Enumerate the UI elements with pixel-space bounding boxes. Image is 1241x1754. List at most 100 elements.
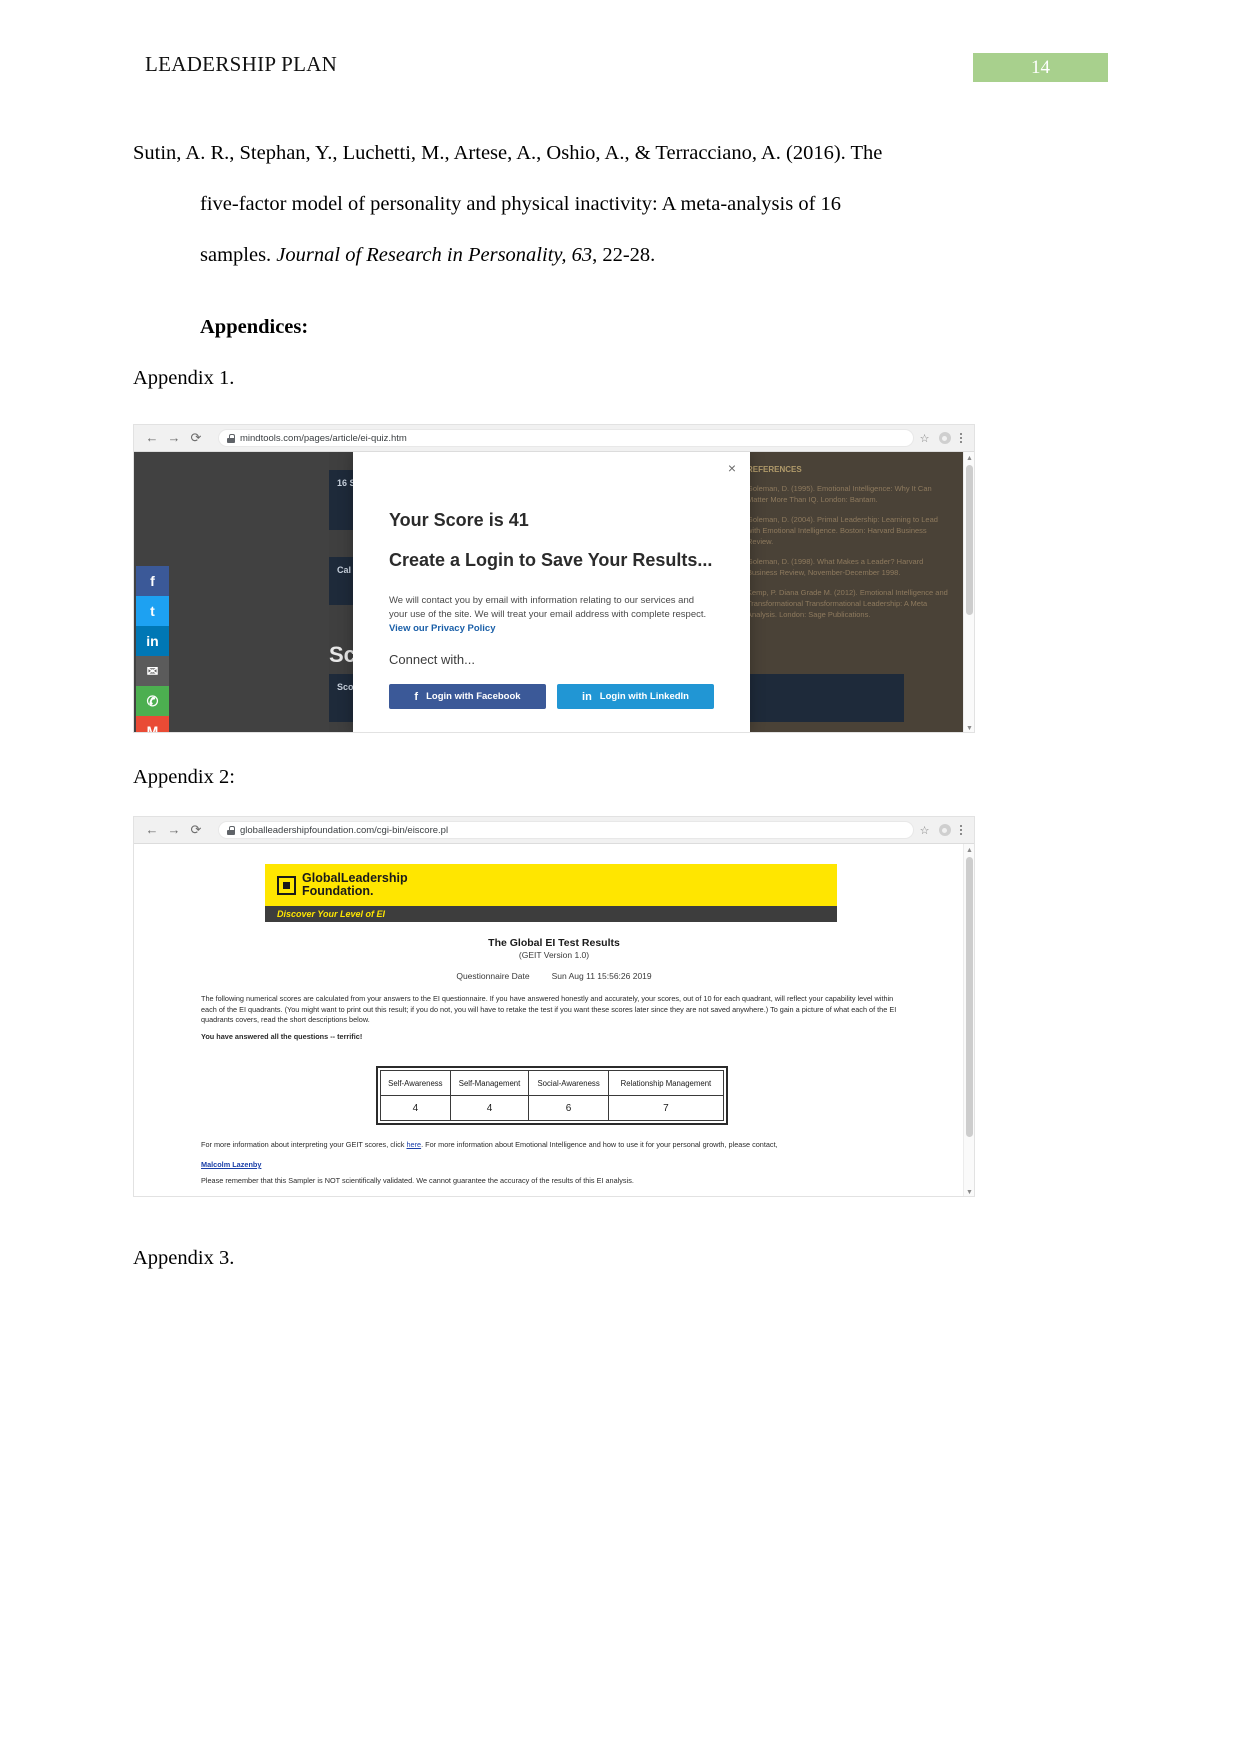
- login-with-linkedin-button[interactable]: in Login with LinkedIn: [557, 684, 714, 709]
- geit-scores-table-wrapper: Self-Awareness Self-Management Social-Aw…: [376, 1066, 728, 1125]
- scroll-down-arrow-icon[interactable]: ▼: [964, 722, 974, 732]
- score-title: Your Score is 41: [389, 510, 529, 530]
- scrollbar-2[interactable]: ▲ ▼: [963, 844, 974, 1196]
- geit-scores-table: Self-Awareness Self-Management Social-Aw…: [380, 1070, 725, 1121]
- reference-line-3: samples. Journal of Research in Personal…: [133, 230, 975, 281]
- reference-item: Goleman, D. (1995). Emotional Intelligen…: [747, 484, 932, 504]
- footer-text-b: . For more information about Emotional I…: [421, 1140, 778, 1149]
- appendix-1-screenshot: ← → ⟳ mindtools.com/pages/article/ei-qui…: [133, 424, 975, 733]
- quadrant-header: Self-Management: [449, 1070, 530, 1096]
- reload-icon[interactable]: ⟳: [186, 820, 206, 840]
- facebook-share-icon[interactable]: f: [136, 566, 169, 596]
- social-login-buttons: f Login with Facebook in Login with Link…: [389, 684, 714, 709]
- close-icon[interactable]: ×: [728, 460, 736, 476]
- page-number: 14: [1031, 56, 1050, 78]
- scroll-up-arrow-icon[interactable]: ▲: [964, 452, 974, 463]
- browser-chrome-1: ← → ⟳ mindtools.com/pages/article/ei-qui…: [134, 425, 974, 452]
- geit-completion-note: You have answered all the questions -- t…: [201, 1032, 363, 1041]
- mindtools-card: [729, 674, 904, 722]
- url-text-1: mindtools.com/pages/article/ei-quiz.htm: [240, 432, 407, 444]
- reference-item: Kemp, P. Diana Grade M. (2012). Emotiona…: [747, 588, 948, 619]
- login-with-facebook-button[interactable]: f Login with Facebook: [389, 684, 546, 709]
- score-modal-dialog: × Your Score is 41 Create a Login to Sav…: [353, 452, 750, 732]
- appendix-2-screenshot: ← → ⟳ globalleadershipfoundation.com/cgi…: [133, 816, 975, 1197]
- document-body: Sutin, A. R., Stephan, Y., Luchetti, M.,…: [133, 128, 975, 404]
- logo-line-2: Foundation.: [302, 884, 374, 898]
- mix-share-icon[interactable]: M: [136, 716, 169, 732]
- appendix-1-label: Appendix 1.: [133, 367, 235, 389]
- geit-results-page: GlobalLeadership Foundation. Discover Yo…: [134, 844, 974, 1196]
- geit-tagline-bar: Discover Your Level of EI: [265, 906, 837, 922]
- footer-text-a: For more information about interpreting …: [201, 1140, 407, 1149]
- create-login-title: Create a Login to Save Your Results...: [389, 550, 713, 570]
- quadrant-score: 4: [449, 1095, 530, 1121]
- reference-item: Goleman, D. (1998). What Makes a Leader?…: [747, 557, 924, 577]
- quadrant-score: 6: [528, 1095, 609, 1121]
- globalleadership-logo-icon: [277, 875, 296, 895]
- running-head: LEADERSHIP PLAN: [145, 52, 338, 76]
- modal-body-copy: We will contact you by email with inform…: [389, 595, 707, 620]
- twitter-share-icon[interactable]: t: [136, 596, 169, 626]
- references-heading: REFERENCES: [747, 465, 802, 474]
- email-share-icon[interactable]: ✉: [136, 656, 169, 686]
- quadrant-header: Social-Awareness: [528, 1070, 609, 1096]
- kebab-menu-icon[interactable]: [959, 432, 962, 444]
- scrollbar-thumb[interactable]: [966, 465, 973, 615]
- geit-results-title: The Global EI Test Results: [488, 937, 620, 949]
- reference-pages: , 22-28.: [592, 244, 656, 266]
- browser-chrome-2: ← → ⟳ globalleadershipfoundation.com/cgi…: [134, 817, 974, 844]
- scroll-up-arrow-icon[interactable]: ▲: [964, 844, 974, 855]
- table-row-values: 4 4 6 7: [380, 1095, 725, 1121]
- linkedin-share-icon[interactable]: in: [136, 626, 169, 656]
- table-row-headers: Self-Awareness Self-Management Social-Aw…: [380, 1070, 725, 1096]
- modal-body-text: We will contact you by email with inform…: [389, 594, 714, 636]
- page-header: LEADERSHIP PLAN 14: [0, 52, 1241, 88]
- scrollbar-thumb[interactable]: [966, 857, 973, 1137]
- reference-entry: Sutin, A. R., Stephan, Y., Luchetti, M.,…: [133, 128, 975, 281]
- address-bar-2[interactable]: globalleadershipfoundation.com/cgi-bin/e…: [218, 821, 914, 839]
- geit-logo-banner: GlobalLeadership Foundation.: [265, 864, 837, 906]
- reload-icon[interactable]: ⟳: [186, 428, 206, 448]
- connect-with-label: Connect with...: [389, 652, 475, 667]
- linkedin-button-label: Login with LinkedIn: [599, 691, 689, 702]
- buffer-share-icon[interactable]: ✆: [136, 686, 169, 716]
- facebook-button-label: Login with Facebook: [426, 691, 521, 702]
- quadrant-score: 4: [380, 1095, 451, 1121]
- appendix-3-label: Appendix 3.: [133, 1247, 235, 1269]
- lock-icon: [227, 433, 235, 443]
- here-link[interactable]: here: [406, 1140, 421, 1149]
- geit-disclaimer: Please remember that this Sampler is NOT…: [201, 1176, 634, 1185]
- back-icon[interactable]: ←: [142, 428, 162, 448]
- reference-item: Goleman, D. (2004). Primal Leadership: L…: [747, 515, 938, 546]
- scrollbar-1[interactable]: ▲ ▼: [963, 452, 974, 732]
- quadrant-header: Relationship Management: [607, 1070, 725, 1096]
- kebab-menu-icon[interactable]: [959, 824, 962, 836]
- geit-tagline: Discover Your Level of EI: [277, 909, 386, 919]
- back-icon[interactable]: ←: [142, 820, 162, 840]
- appendices-heading: Appendices:: [200, 316, 309, 338]
- reference-journal-title: Journal of Research in Personality, 63: [276, 244, 593, 266]
- contact-name-link[interactable]: Malcolm Lazenby: [201, 1160, 901, 1171]
- questionnaire-date-row: Questionnaire Date Sun Aug 11 15:56:26 20…: [134, 971, 974, 981]
- page-number-badge: 14: [973, 53, 1108, 82]
- reference-samples-text: samples.: [200, 244, 277, 266]
- browser-viewport-2: GlobalLeadership Foundation. Discover Yo…: [134, 844, 974, 1196]
- reference-line-1: Sutin, A. R., Stephan, Y., Luchetti, M.,…: [133, 142, 883, 164]
- geit-version: (GEIT Version 1.0): [518, 950, 590, 960]
- profile-avatar-icon[interactable]: [938, 824, 951, 836]
- reference-line-2: five-factor model of personality and phy…: [200, 193, 842, 215]
- forward-icon[interactable]: →: [164, 820, 184, 840]
- geit-footer-info: For more information about interpreting …: [201, 1140, 901, 1151]
- lock-icon: [227, 825, 235, 835]
- quadrant-score: 7: [607, 1095, 725, 1121]
- social-share-bar: f t in ✉ ✆ M: [136, 566, 169, 732]
- appendix-2-label: Appendix 2:: [133, 766, 235, 788]
- scroll-down-arrow-icon[interactable]: ▼: [964, 1186, 974, 1196]
- chrome-actions-1: ☆: [920, 432, 966, 445]
- bookmark-star-icon[interactable]: ☆: [920, 824, 930, 837]
- address-bar-1[interactable]: mindtools.com/pages/article/ei-quiz.htm: [218, 429, 914, 447]
- profile-avatar-icon[interactable]: [938, 432, 951, 444]
- forward-icon[interactable]: →: [164, 428, 184, 448]
- bookmark-star-icon[interactable]: ☆: [920, 432, 930, 445]
- privacy-policy-link[interactable]: View our Privacy Policy: [389, 623, 496, 634]
